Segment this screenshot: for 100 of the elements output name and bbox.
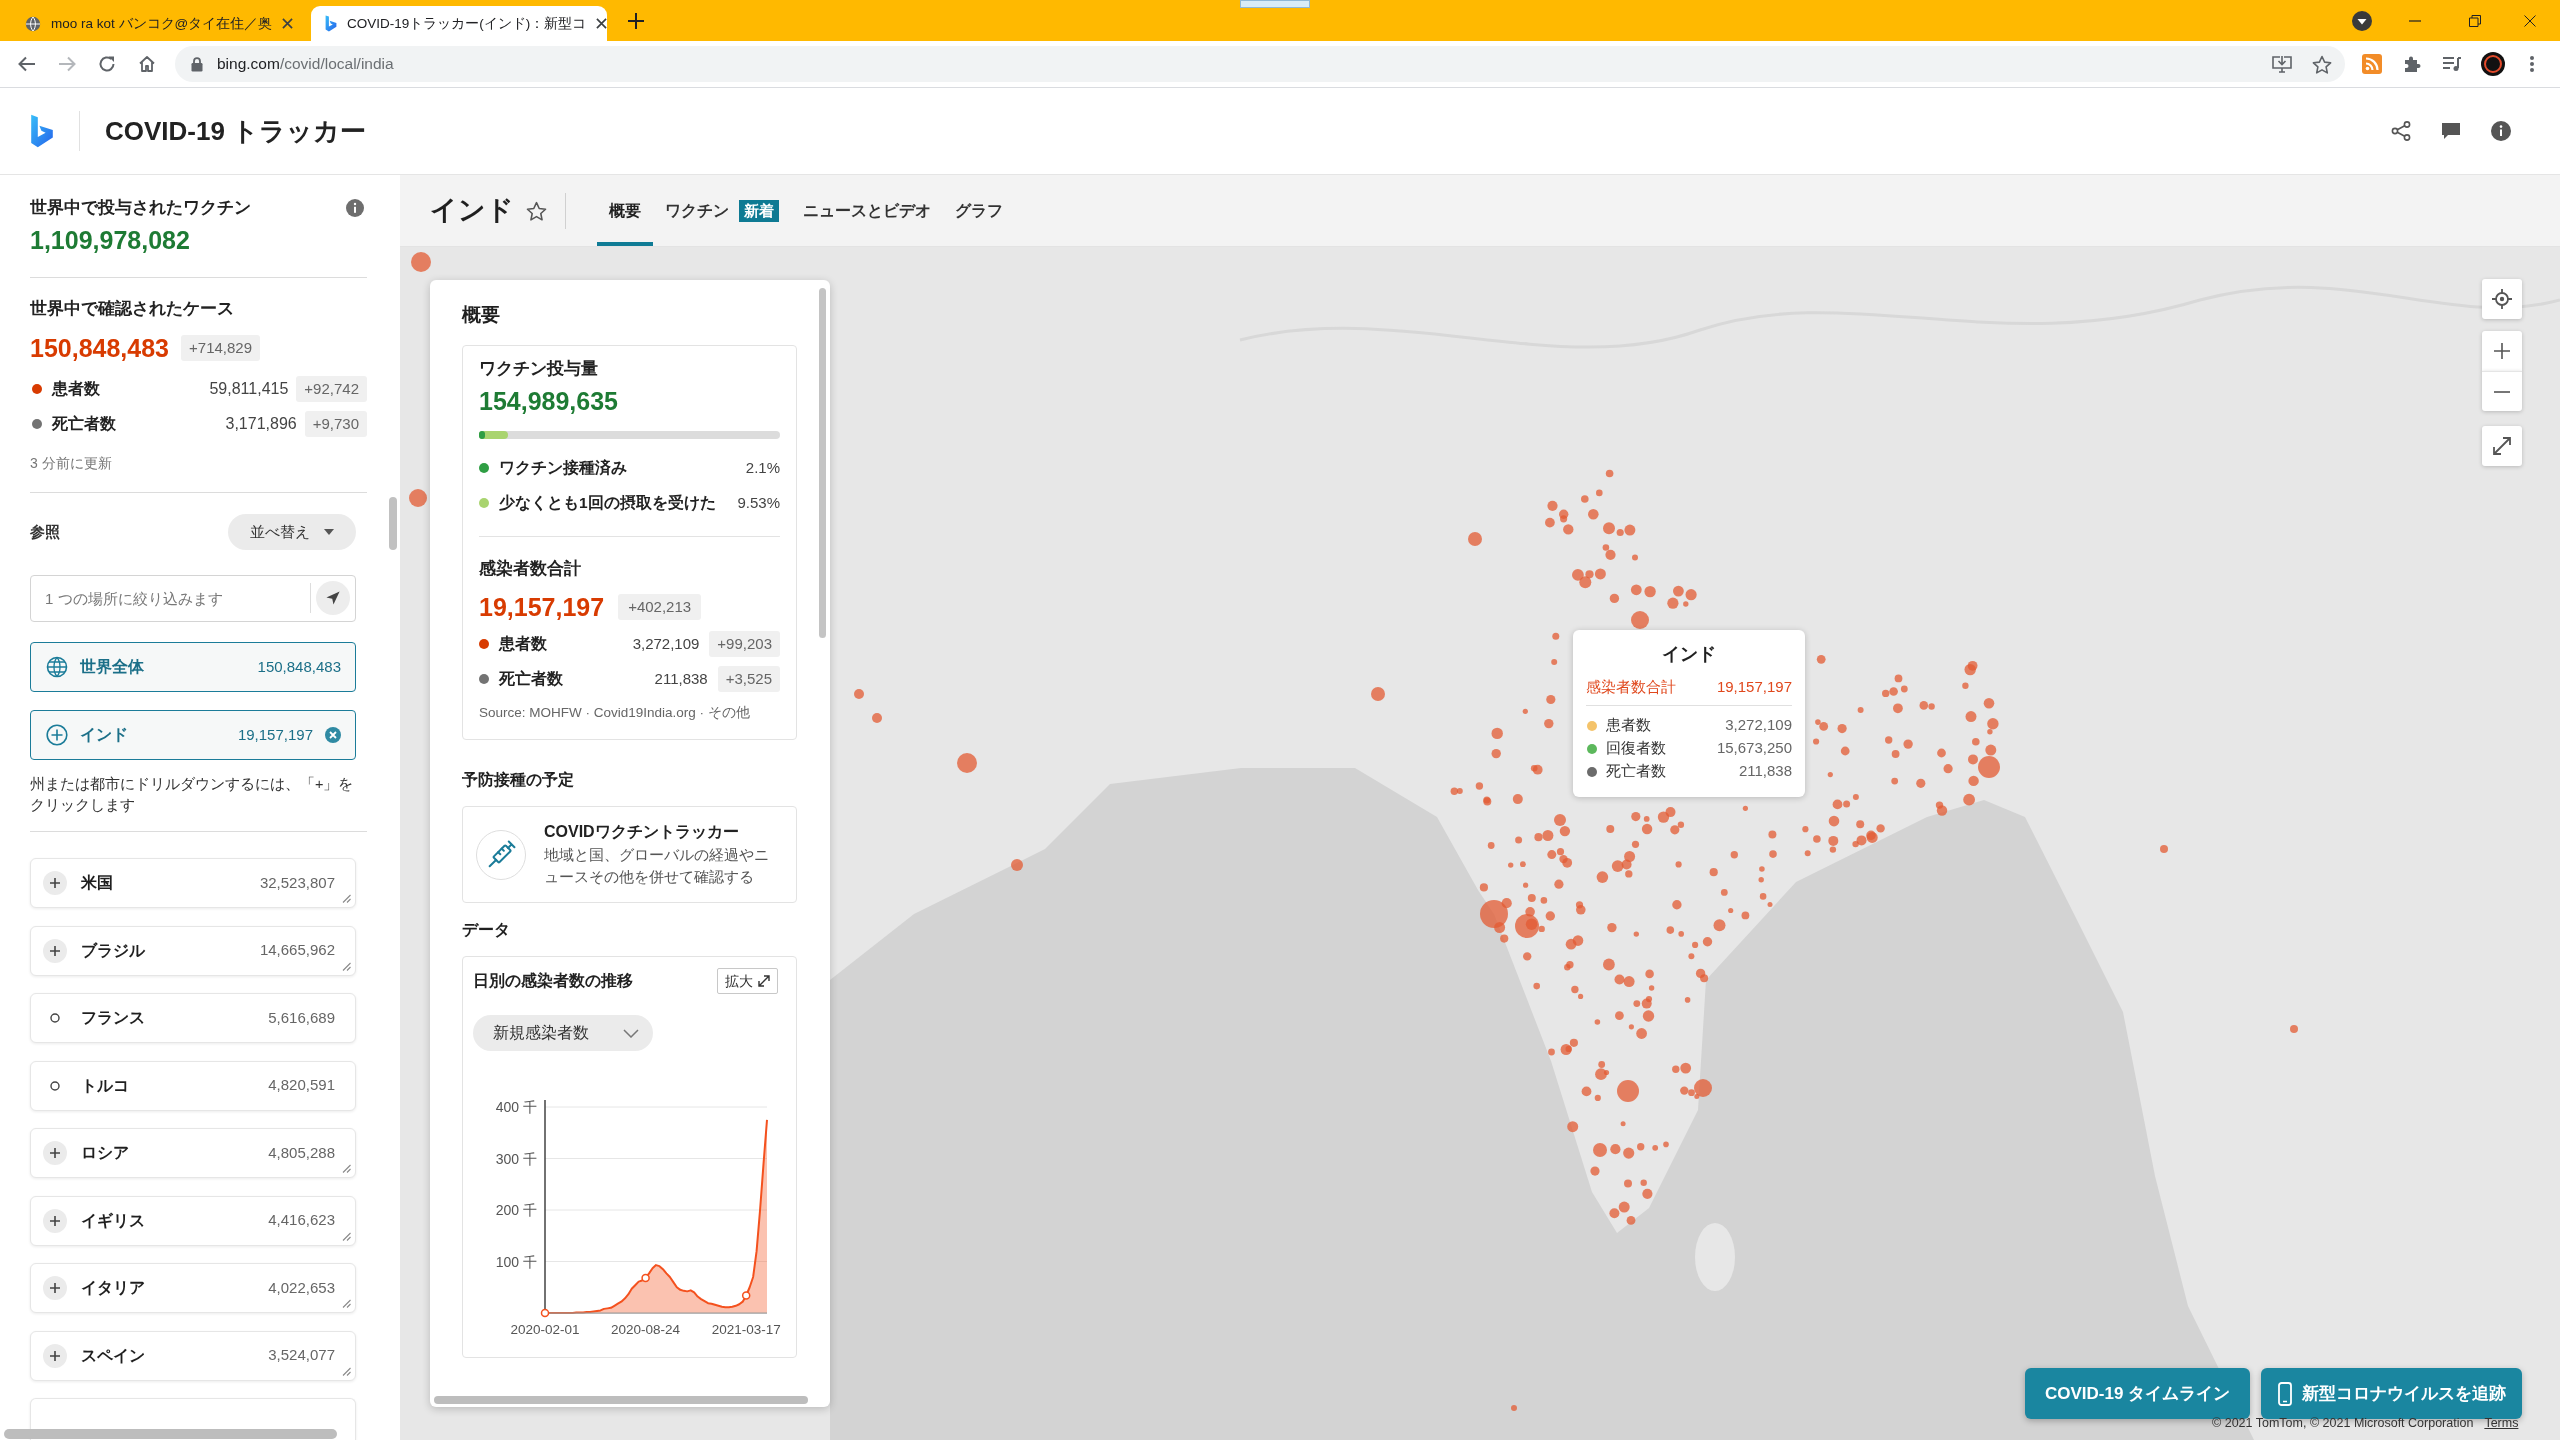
scrollbar-thumb[interactable] <box>819 288 826 638</box>
case-bubble <box>1631 840 1640 848</box>
tab[interactable]: ニュースとビデオ <box>791 175 943 246</box>
location-card[interactable]: インド 19,157,197 <box>30 710 356 760</box>
kebab-menu-icon[interactable] <box>2530 56 2534 72</box>
plus-icon[interactable] <box>628 12 644 29</box>
tracker-card[interactable]: COVIDワクチントラッカー 地域と国、グローバルの経過やニュースその他を併せて確認する <box>462 806 797 903</box>
case-bubble <box>1559 825 1571 837</box>
minimize-icon[interactable] <box>2409 19 2421 22</box>
playlist-icon[interactable] <box>2442 56 2462 72</box>
case-bubble <box>1596 871 1609 883</box>
url-text: bing.com/covid/local/india <box>217 54 394 75</box>
total-value: 19,157,197 <box>1716 676 1792 697</box>
country-name: トルコ <box>81 1075 129 1096</box>
case-bubble <box>1730 851 1738 859</box>
browser-tab[interactable]: moo ra kot バンコク@タイ在住／奥 <box>11 6 307 41</box>
case-bubble <box>1552 632 1560 640</box>
zoom-in-button[interactable] <box>2482 331 2522 371</box>
case-count: 4,416,623 <box>268 1210 335 1231</box>
back-icon[interactable] <box>18 56 36 72</box>
home-icon[interactable] <box>138 55 156 73</box>
logo-icon[interactable] <box>30 114 54 148</box>
puzzle-icon[interactable] <box>2402 54 2422 74</box>
row-label: 患者数 <box>499 634 547 654</box>
country-card[interactable]: イタリア 4,022,653 <box>30 1263 356 1313</box>
clear-icon[interactable] <box>325 727 341 743</box>
country-card[interactable]: スペイン 3,524,077 <box>30 1330 356 1381</box>
country-card[interactable]: 米国 32,523,807 <box>30 858 356 908</box>
tab[interactable]: グラフ <box>943 175 1015 246</box>
chevron-down-icon <box>623 1028 639 1038</box>
case-bubble <box>1626 1216 1636 1225</box>
case-bubble <box>1614 974 1625 985</box>
plus-icon[interactable] <box>43 1208 67 1233</box>
case-bubble <box>409 489 427 507</box>
source-link[interactable]: その他 <box>707 705 750 720</box>
plus-icon[interactable] <box>43 1141 67 1165</box>
fullscreen-button[interactable] <box>2482 426 2522 466</box>
reload-icon[interactable] <box>98 55 116 73</box>
star-icon[interactable] <box>526 200 547 221</box>
country-card[interactable]: トルコ 4,820,591 <box>30 1060 356 1111</box>
case-bubble <box>1636 1028 1647 1039</box>
expand-button[interactable]: 拡大 <box>717 968 778 994</box>
plus-icon[interactable] <box>43 871 67 895</box>
case-bubble <box>1533 982 1540 990</box>
plus-icon[interactable] <box>43 1276 67 1300</box>
source-link[interactable]: MOHFW <box>529 705 582 720</box>
scrollbar-thumb[interactable] <box>4 1429 337 1439</box>
case-bubble <box>1468 532 1482 546</box>
case-bubble <box>1610 1144 1621 1155</box>
location-card[interactable]: 世界全体 150,848,483 <box>30 642 356 692</box>
case-bubble <box>1594 1019 1601 1025</box>
plus-circle-icon[interactable] <box>46 724 68 746</box>
close-icon[interactable] <box>2524 14 2536 27</box>
case-bubble <box>2290 1025 2298 1033</box>
phone-icon <box>2277 1381 2292 1406</box>
row-value: 2.1% <box>745 457 780 478</box>
case-bubble <box>1827 772 1833 778</box>
source-link[interactable]: Covid19India.org <box>593 705 696 720</box>
case-bubble <box>1606 825 1615 834</box>
country-card[interactable]: ロシア 4,805,288 <box>30 1128 356 1178</box>
case-count: 4,022,653 <box>268 1277 335 1298</box>
case-bubble <box>1491 727 1503 740</box>
close-icon[interactable] <box>282 18 294 29</box>
case-bubble <box>1857 707 1864 714</box>
caret-circle-icon[interactable] <box>2352 10 2372 31</box>
globe-icon <box>25 15 41 32</box>
case-bubble <box>1593 1143 1607 1157</box>
row-value: 3,272,109 <box>1725 715 1792 736</box>
diagonal-lines-icon <box>342 894 351 903</box>
sort-button[interactable]: 並べ替え <box>228 514 356 550</box>
close-icon[interactable] <box>596 18 608 29</box>
case-bubble <box>1962 682 1969 689</box>
address-bar[interactable]: bing.com/covid/local/india <box>175 46 2345 82</box>
case-count: 14,665,962 <box>259 940 335 961</box>
plus-icon[interactable] <box>43 938 67 963</box>
browser-tab[interactable]: COVID-19トラッカー(インド)：新型コ <box>311 6 607 41</box>
case-bubble <box>1720 889 1728 896</box>
share-icon[interactable] <box>2391 121 2411 141</box>
case-bubble <box>1547 500 1558 511</box>
restore-icon[interactable] <box>2469 14 2481 27</box>
info-icon[interactable] <box>346 199 364 217</box>
plus-icon[interactable] <box>43 1343 67 1368</box>
scrollbar-thumb[interactable] <box>389 497 397 550</box>
country-card[interactable]: イギリス 4,416,623 <box>30 1195 356 1246</box>
tab[interactable]: ワクチン 新着 <box>653 175 791 246</box>
country-card[interactable]: フランス 5,616,689 <box>30 993 356 1043</box>
country-card[interactable]: ブラジル 14,665,962 <box>30 925 356 976</box>
row-value: 3,272,109 <box>632 633 700 654</box>
comment-icon[interactable] <box>2441 122 2461 140</box>
install-icon[interactable] <box>2272 55 2292 73</box>
star-icon[interactable] <box>2312 54 2332 74</box>
avatar-icon[interactable] <box>2481 52 2505 76</box>
search-field[interactable]: 1 つの場所に絞り込みます <box>30 575 356 622</box>
scrollbar-thumb[interactable] <box>434 1396 808 1404</box>
locate-button[interactable] <box>2482 279 2522 319</box>
case-bubble <box>1695 968 1706 979</box>
expand-icon <box>2492 436 2512 456</box>
metric-dropdown[interactable]: 新規感染者数 <box>473 1015 653 1051</box>
info-icon[interactable] <box>2491 121 2511 141</box>
expand-arrow-icon <box>758 975 770 987</box>
